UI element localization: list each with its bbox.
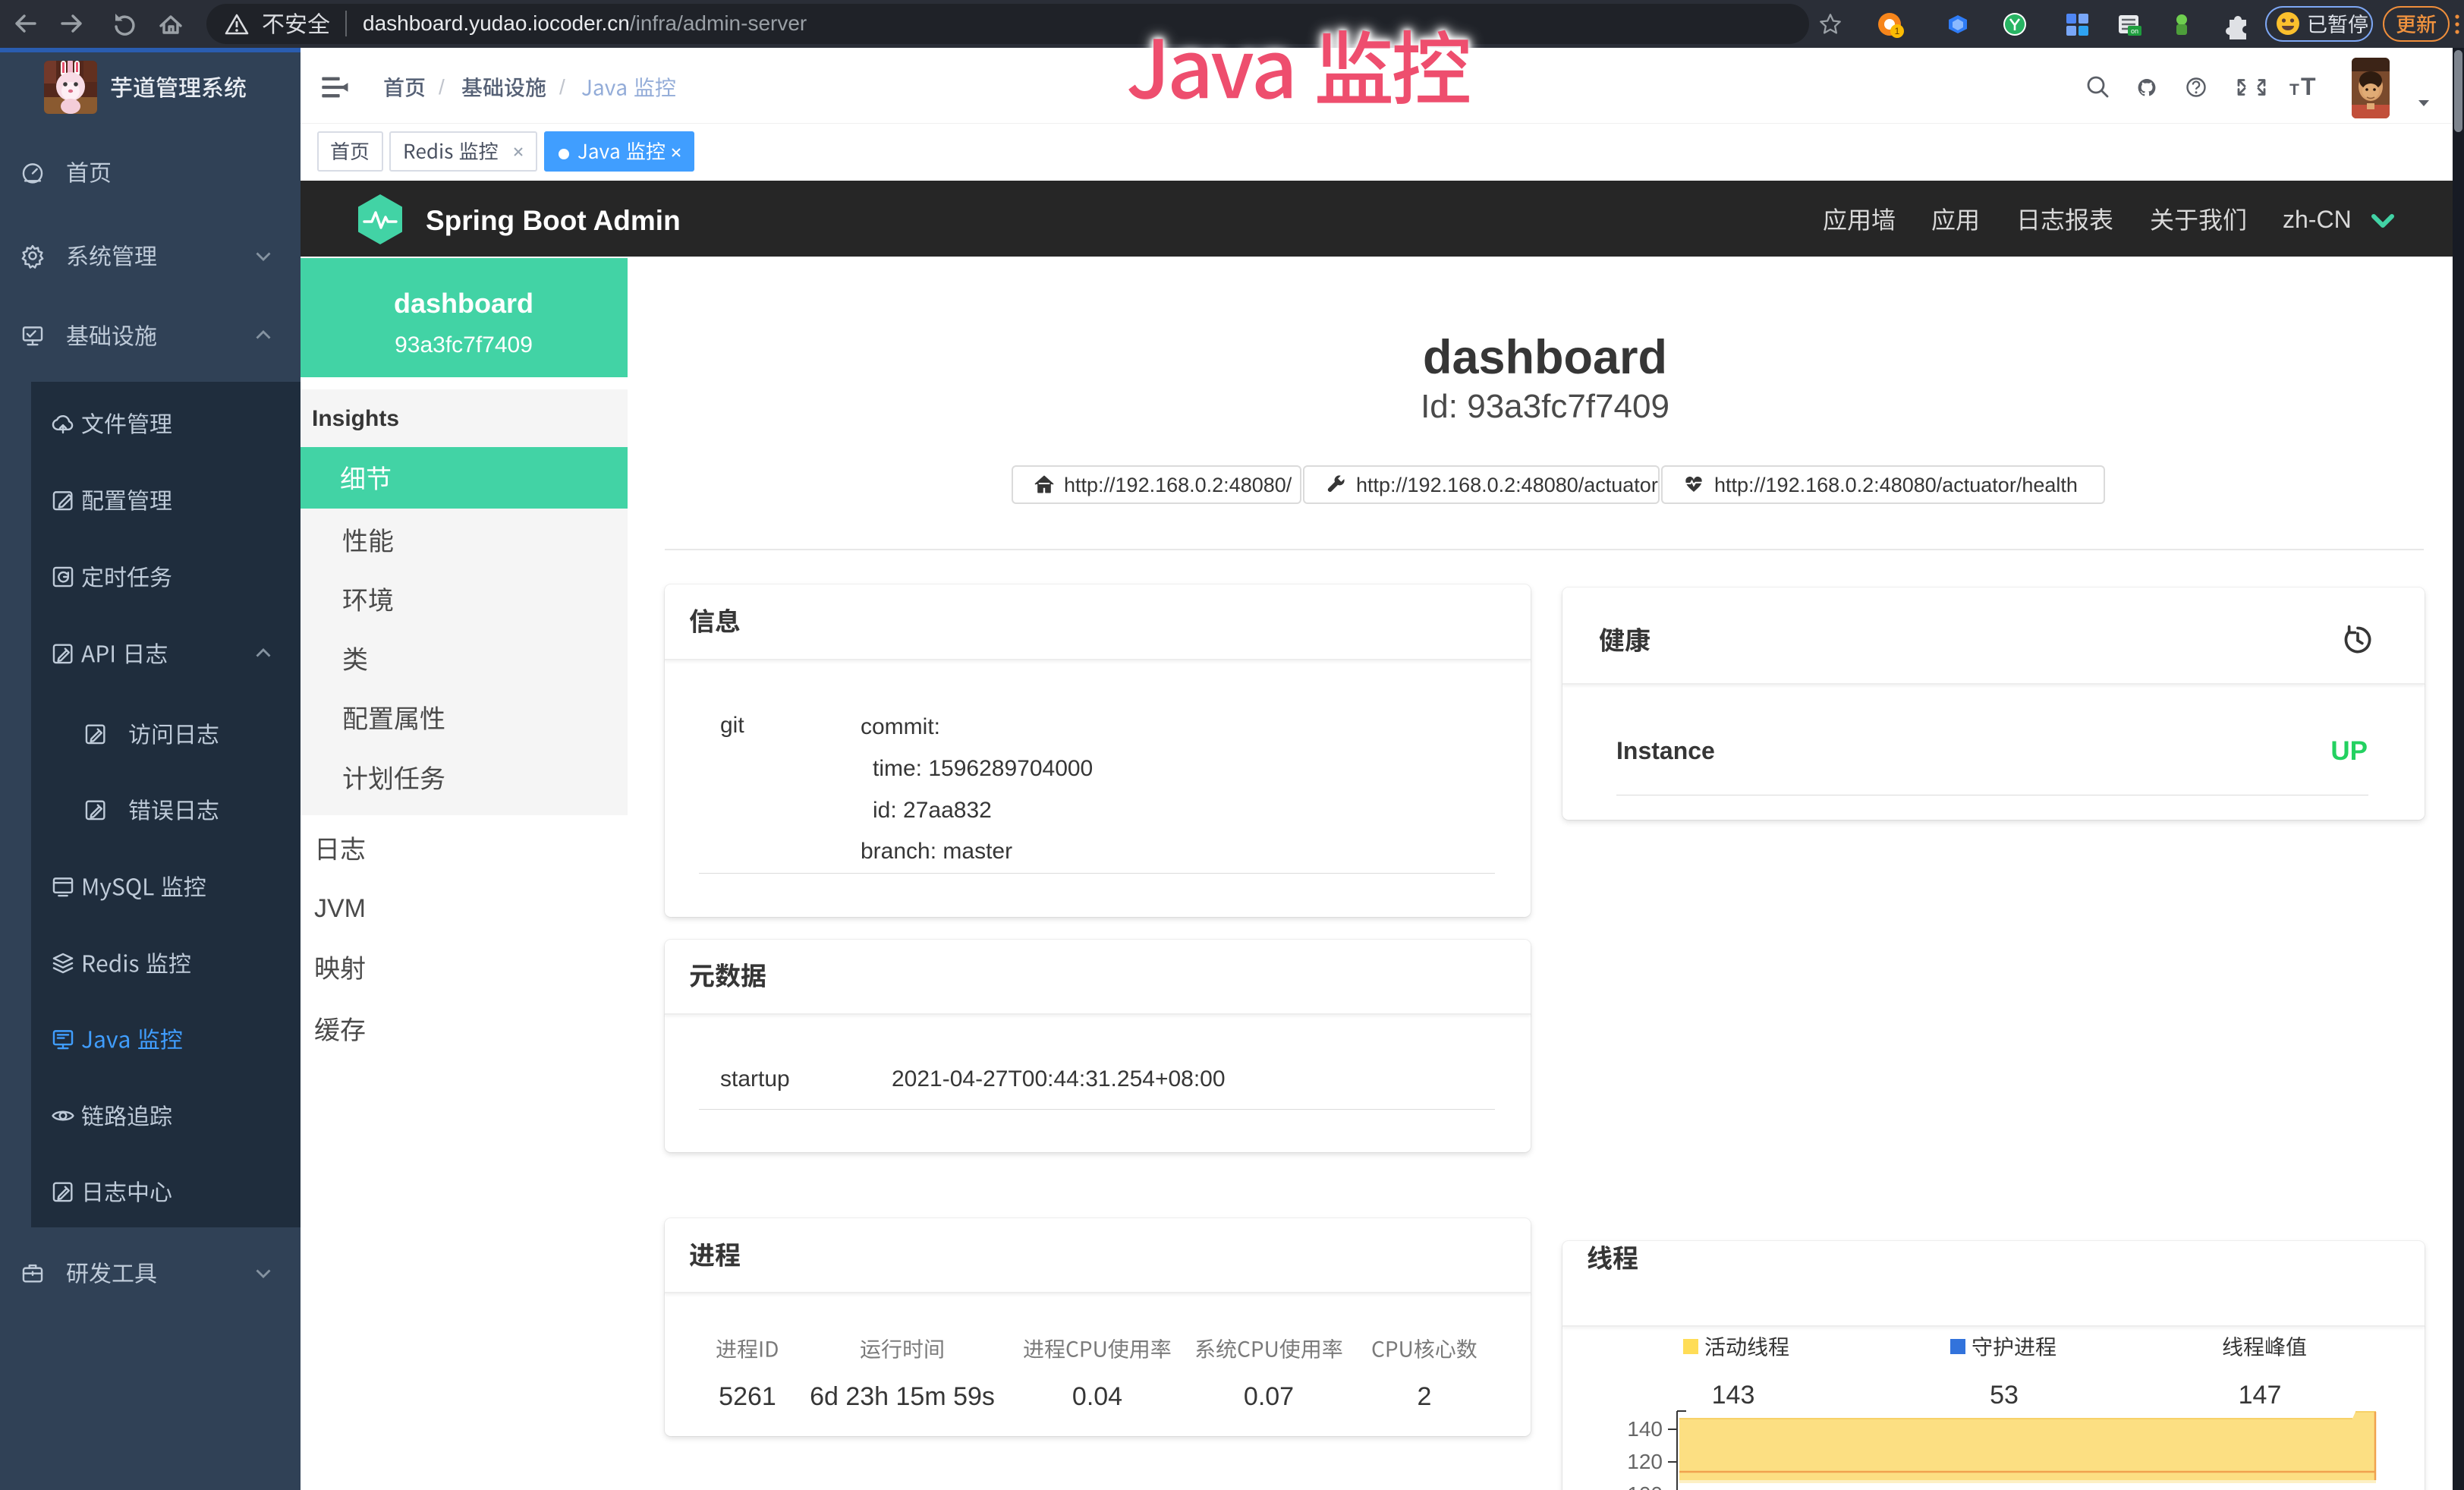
svg-text:T: T (2301, 73, 2316, 100)
svg-text:T: T (2289, 81, 2299, 99)
svg-text:1: 1 (1895, 26, 1900, 36)
svg-text:on: on (2131, 27, 2138, 35)
